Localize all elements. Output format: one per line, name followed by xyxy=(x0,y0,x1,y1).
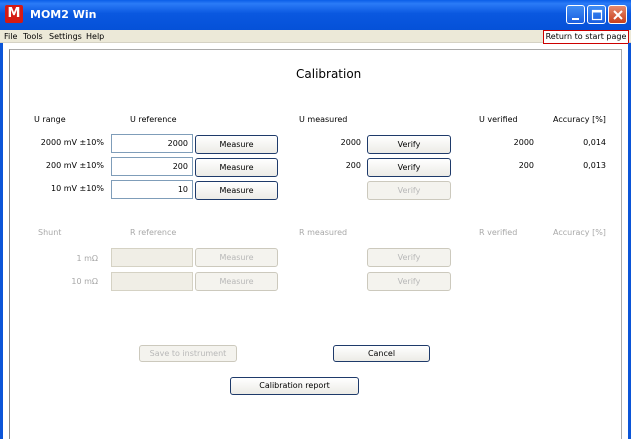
verify-button[interactable]: Verify xyxy=(367,248,451,267)
verify-button[interactable]: Verify xyxy=(367,158,451,177)
u-measured-value: 200 xyxy=(345,161,361,170)
maximize-icon xyxy=(591,9,603,21)
verify-button[interactable]: Verify xyxy=(367,272,451,291)
u-verified-value: 200 xyxy=(518,161,534,170)
shunt-header: Shunt xyxy=(38,228,62,237)
calibration-report-button[interactable]: Calibration report xyxy=(230,377,359,395)
minimize-button[interactable] xyxy=(566,5,585,24)
measure-button[interactable]: Measure xyxy=(195,135,278,154)
title-bar: M MOM2 Win xyxy=(0,0,631,30)
menu-help[interactable]: Help xyxy=(86,32,104,41)
u-reference-field[interactable]: 10 xyxy=(111,180,193,199)
r-measured-header: R measured xyxy=(299,228,348,237)
verify-button[interactable]: Verify xyxy=(367,135,451,154)
save-to-instrument-button[interactable]: Save to instrument xyxy=(139,345,237,362)
u-measured-value: 2000 xyxy=(340,138,361,147)
close-icon xyxy=(613,10,623,20)
measure-button[interactable]: Measure xyxy=(195,248,278,267)
shunt-label: 10 mΩ xyxy=(71,277,98,286)
cancel-button[interactable]: Cancel xyxy=(333,345,430,362)
minimize-icon xyxy=(572,18,579,20)
measure-button[interactable]: Measure xyxy=(195,272,278,291)
accuracy-header: Accuracy [%] xyxy=(553,115,606,124)
return-to-start-button[interactable]: Return to start page xyxy=(543,30,629,44)
close-button[interactable] xyxy=(608,5,627,24)
u-range-header: U range xyxy=(34,115,66,124)
menu-settings[interactable]: Settings xyxy=(49,32,82,41)
maximize-button[interactable] xyxy=(587,5,606,24)
shunt-label: 1 mΩ xyxy=(76,254,98,263)
accuracy-value: 0,014 xyxy=(583,138,606,147)
r-reference-header: R reference xyxy=(130,228,177,237)
r-reference-field[interactable] xyxy=(111,272,193,291)
u-reference-field[interactable]: 2000 xyxy=(111,134,193,153)
accuracy-header: Accuracy [%] xyxy=(553,228,606,237)
menu-bar: File Tools Settings Help xyxy=(0,30,631,43)
measure-button[interactable]: Measure xyxy=(195,158,278,177)
r-verified-header: R verified xyxy=(479,228,518,237)
window-frame-left xyxy=(0,43,3,439)
r-reference-field[interactable] xyxy=(111,248,193,267)
u-reference-field[interactable]: 200 xyxy=(111,157,193,176)
window-title: MOM2 Win xyxy=(30,8,97,21)
page-title: Calibration xyxy=(296,67,362,81)
menu-file[interactable]: File xyxy=(4,32,17,41)
u-measured-header: U measured xyxy=(299,115,348,124)
u-verified-header: U verified xyxy=(479,115,518,124)
app-logo-icon: M xyxy=(5,5,23,23)
u-verified-value: 2000 xyxy=(513,138,534,147)
u-range-label: 10 mV ±10% xyxy=(50,184,104,193)
menu-tools[interactable]: Tools xyxy=(23,32,43,41)
verify-button[interactable]: Verify xyxy=(367,181,451,200)
u-range-label: 200 mV ±10% xyxy=(45,161,104,170)
u-reference-header: U reference xyxy=(130,115,177,124)
u-range-label: 2000 mV ±10% xyxy=(40,138,104,147)
measure-button[interactable]: Measure xyxy=(195,181,278,200)
accuracy-value: 0,013 xyxy=(583,161,606,170)
